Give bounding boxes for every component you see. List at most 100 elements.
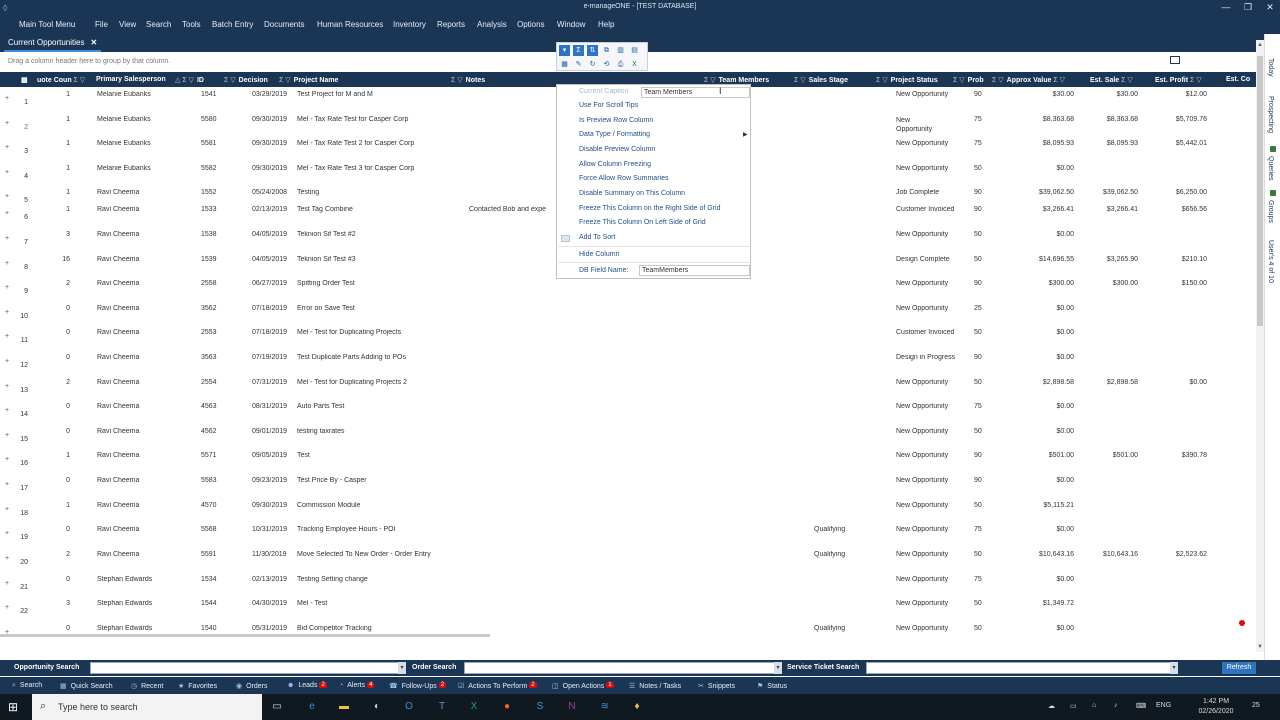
column-filter-icon[interactable]: Σ ▽ [1119, 77, 1133, 84]
maximize-button[interactable]: ❐ [1241, 2, 1255, 13]
column-header-notes[interactable]: Σ ▽ Notes [451, 76, 485, 84]
menu-item-disable-summary[interactable]: Disable Summary on This Column [579, 190, 685, 197]
menu-tools[interactable]: Tools [182, 20, 201, 29]
dock-tab-prospecting[interactable]: Prospecting [1267, 96, 1274, 133]
column-filter-icon[interactable]: Σ ▽ [1188, 77, 1202, 84]
menu-item-use-for-scroll-tips[interactable]: Use For Scroll Tips [579, 102, 638, 109]
horizontal-scrollbar[interactable] [0, 634, 1256, 638]
column-filter-icon[interactable]: Σ ▽ [72, 77, 86, 84]
scroll-up-icon[interactable]: ▲ [1256, 42, 1264, 48]
expand-row-icon[interactable]: + [5, 333, 9, 340]
db-field-name-input[interactable] [639, 265, 750, 276]
table-row[interactable]: +22 3 Stephan Edwards 1544 04/30/2019 Mel - T… [0, 597, 1256, 622]
menu-main-tool-menu[interactable]: Main Tool Menu [19, 20, 75, 29]
menu-documents[interactable]: Documents [264, 20, 304, 29]
edit-icon[interactable]: ✎ [573, 59, 584, 70]
battery-icon[interactable]: ▭ [1070, 702, 1077, 710]
expand-row-icon[interactable]: + [5, 144, 9, 151]
expand-row-icon[interactable]: + [5, 456, 9, 463]
menu-item-is-preview-row-column[interactable]: Is Preview Row Column [579, 117, 653, 124]
menu-reports[interactable]: Reports [437, 20, 465, 29]
layout-icon[interactable]: ▤ [629, 45, 640, 56]
windows-start-icon[interactable]: ⊞ [8, 700, 18, 714]
summary-icon[interactable]: Σ [573, 45, 584, 56]
expand-row-icon[interactable]: + [5, 309, 9, 316]
expand-row-icon[interactable]: + [5, 358, 9, 365]
grid-menu-icon[interactable]: ▦ [21, 76, 28, 84]
excel-icon[interactable]: X [467, 700, 481, 714]
chrome-icon[interactable]: ● [500, 700, 514, 714]
volume-icon[interactable]: ♪ [1114, 702, 1118, 709]
quick-item-notes-tasks[interactable]: ☰ Notes / Tasks [629, 682, 681, 690]
expand-row-icon[interactable]: + [5, 210, 9, 217]
table-row[interactable]: +15 0 Ravi Cheema 4562 09/01/2019 testing tax… [0, 425, 1256, 450]
menu-file[interactable]: File [95, 20, 108, 29]
menu-item-force-allow-row-summaries[interactable]: Force Allow Row Summaries [579, 175, 668, 182]
tray-icon[interactable]: ☁ [1048, 702, 1055, 710]
app-icon[interactable]: ◐ [370, 700, 384, 714]
menu-item-freeze-right[interactable]: Freeze This Column on the Right Side of … [579, 205, 721, 212]
table-row[interactable]: +0 Stephan Edwards 1540 05/31/2019 Bid Compe… [0, 622, 1256, 634]
menu-options[interactable]: Options [517, 20, 545, 29]
tab-current-opportunities[interactable]: Current Opportunities ✕ [4, 36, 102, 52]
table-row[interactable]: +14 0 Ravi Cheema 4563 08/31/2019 Auto Parts … [0, 400, 1256, 425]
close-tab-icon[interactable]: ✕ [90, 38, 97, 47]
table-row[interactable]: +13 2 Ravi Cheema 2554 07/31/2019 Mel - Test … [0, 376, 1256, 401]
table-row[interactable]: +10 0 Ravi Cheema 3562 07/18/2019 Error on Sa… [0, 302, 1256, 327]
quick-item-search[interactable]: ⌕ Search [12, 682, 42, 690]
column-header-est-cost[interactable]: Est. Co [1226, 76, 1250, 83]
menu-item-add-to-sort[interactable]: Add To Sort [579, 234, 615, 241]
reset-icon[interactable]: ⟲ [601, 59, 612, 70]
expand-row-icon[interactable]: + [5, 169, 9, 176]
emanage-icon[interactable]: ≋ [598, 700, 612, 714]
add-to-sort-checkbox-icon[interactable] [561, 235, 570, 242]
refresh-icon[interactable]: ↻ [587, 59, 598, 70]
quick-item-actions-to-perform[interactable]: ☑ Actions To Perform 2 [458, 682, 537, 690]
table-row[interactable]: +20 2 Ravi Cheema 5591 11/30/2019 Move Select… [0, 548, 1256, 573]
menu-analysis[interactable]: Analysis [477, 20, 507, 29]
dock-tab-today[interactable]: Today [1267, 58, 1274, 77]
expand-row-icon[interactable]: + [5, 506, 9, 513]
expand-row-icon[interactable]: + [5, 193, 9, 200]
group-icon[interactable]: ⧉ [601, 45, 612, 56]
dock-tab-users[interactable]: User's 4 of 10 [1267, 240, 1274, 283]
minimize-button[interactable]: — [1219, 2, 1233, 12]
service-ticket-search-input[interactable] [866, 662, 1178, 674]
table-row[interactable]: +16 1 Ravi Cheema 5571 09/05/2019 Test New Opp… [0, 449, 1256, 474]
expand-row-icon[interactable]: + [5, 95, 9, 102]
refresh-button[interactable]: Refresh [1222, 662, 1256, 674]
column-filter-icon[interactable]: Σ ▽ [279, 77, 291, 84]
onenote-icon[interactable]: N [565, 700, 579, 714]
opportunity-search-dropdown-icon[interactable]: ▾ [398, 662, 406, 674]
close-window-button[interactable]: ✕ [1263, 2, 1277, 13]
table-row[interactable]: +11 0 Ravi Cheema 2553 07/18/2019 Mel - Test … [0, 326, 1256, 351]
column-header-approx-value[interactable]: Σ ▽ Approx Value Σ ▽ [992, 76, 1068, 84]
expand-row-icon[interactable]: + [5, 407, 9, 414]
column-header-sales-stage[interactable]: Σ ▽ Sales Stage [794, 76, 848, 84]
column-sort-icon[interactable]: △ Σ ▽ [175, 77, 194, 84]
filter-icon[interactable]: ▾ [559, 45, 570, 56]
menu-view[interactable]: View [119, 20, 136, 29]
network-icon[interactable]: ⌂ [1092, 702, 1096, 709]
quick-item-leads[interactable]: ☻ Leads 2 [287, 682, 327, 689]
language-indicator[interactable]: ENG [1156, 702, 1171, 709]
task-view-icon[interactable]: ▭ [270, 700, 284, 714]
current-caption-input[interactable] [641, 87, 750, 98]
quick-item-status[interactable]: ⚑ Status [757, 682, 787, 690]
column-header-prob[interactable]: Σ ▽ Prob [953, 76, 984, 84]
menu-item-freeze-left[interactable]: Freeze This Column On Left Side of Grid [579, 219, 706, 226]
order-search-input[interactable] [464, 662, 782, 674]
quick-item-snippets[interactable]: ✂ Snippets [698, 682, 735, 690]
table-row[interactable]: +21 0 Stephan Edwards 1534 02/13/2019 Testing… [0, 573, 1256, 598]
quick-item-alerts[interactable]: ◔ Alerts 4 [339, 682, 375, 689]
column-header-project-status[interactable]: Σ ▽ Project Status [876, 76, 938, 84]
outlook-icon[interactable]: O [402, 700, 416, 714]
column-header-est-sale[interactable]: Est. Sale Σ ▽ [1090, 76, 1136, 84]
expand-row-icon[interactable]: + [5, 604, 9, 611]
edge-browser-icon[interactable]: e [305, 700, 319, 714]
quick-item-favorites[interactable]: ★ Favorites [178, 682, 217, 690]
skype-icon[interactable]: S [533, 700, 547, 714]
quick-item-orders[interactable]: ◉ Orders [236, 682, 268, 690]
dock-tab-groups[interactable]: Groups [1267, 200, 1274, 223]
expand-row-icon[interactable]: + [5, 580, 9, 587]
